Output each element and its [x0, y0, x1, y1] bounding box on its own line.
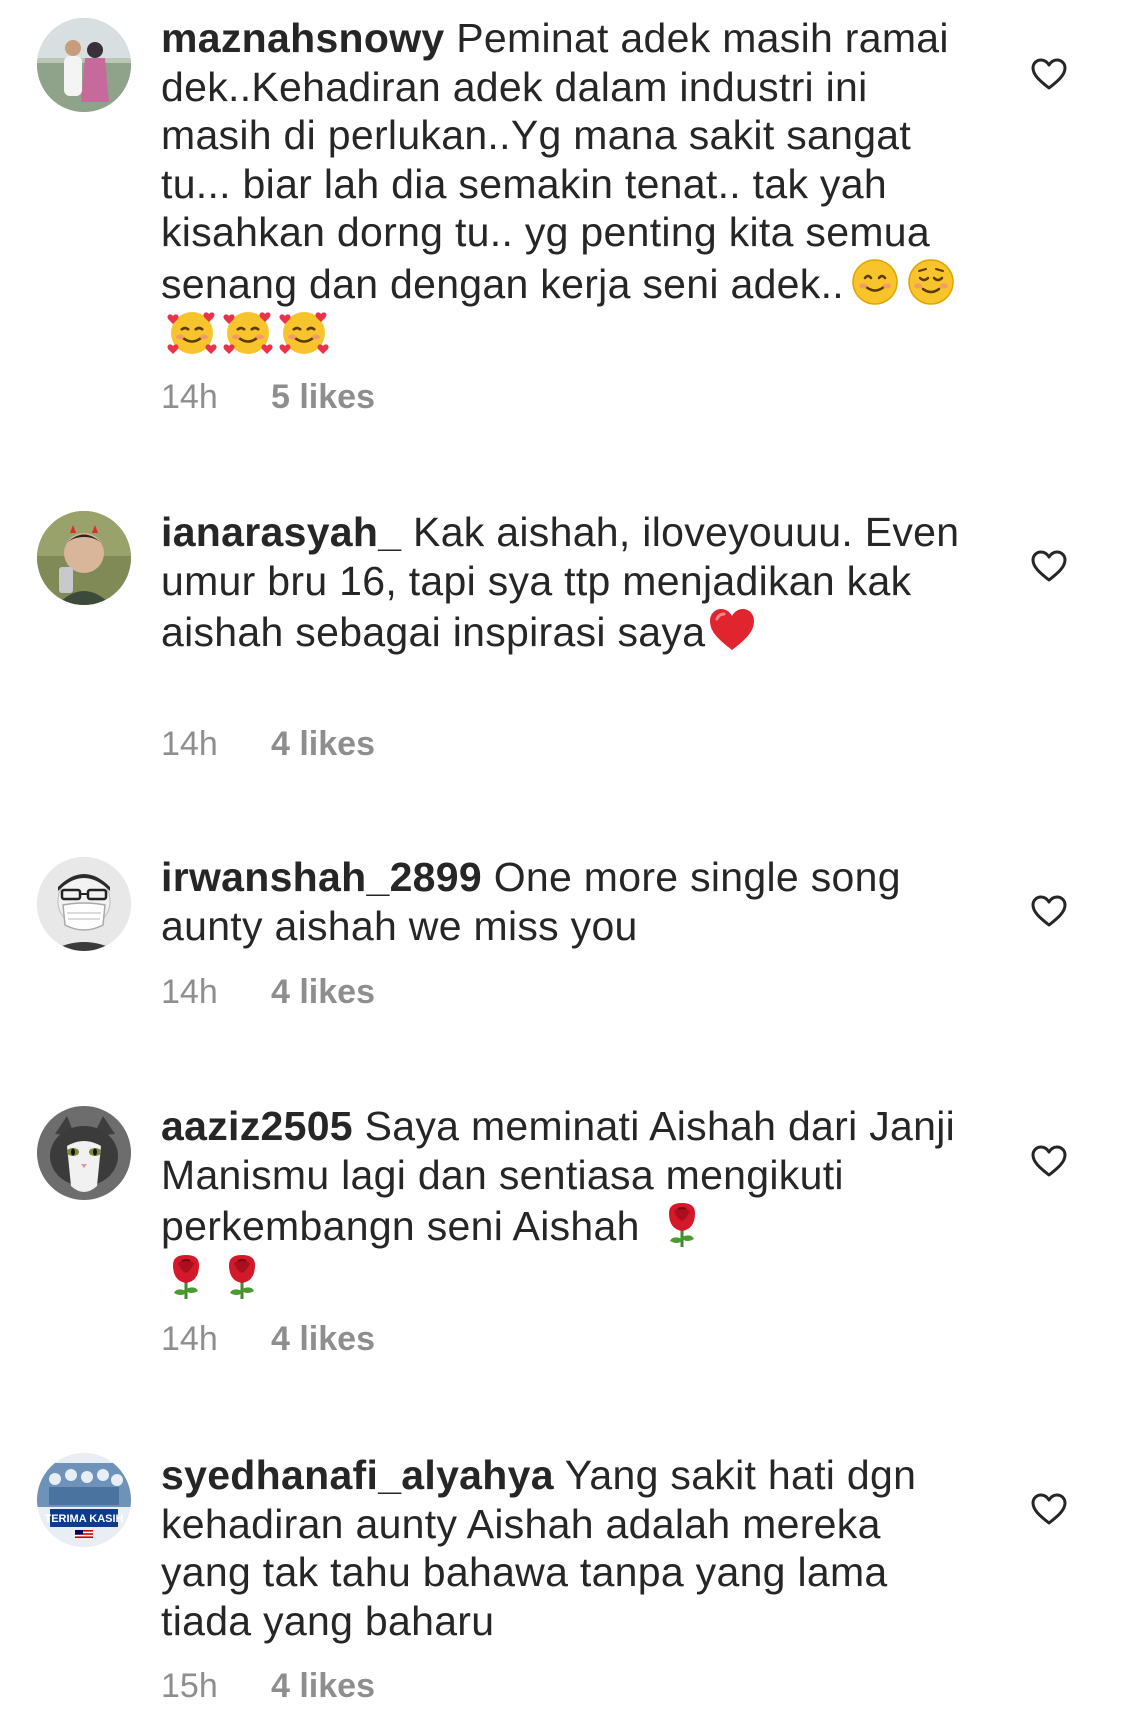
avatar[interactable]: TERIMA KASIH — [37, 1453, 131, 1547]
comment-meta: 14h 5 likes — [161, 378, 375, 417]
comment-body: maznahsnowy Peminat adek masih ramai dek… — [161, 14, 981, 360]
comment-meta: 14h 4 likes — [161, 725, 375, 764]
comment-timestamp: 14h — [161, 725, 218, 763]
rose-emoji — [217, 1251, 267, 1301]
avatar[interactable] — [37, 511, 131, 605]
comment-body: irwanshah_2899 One more single song aunt… — [161, 853, 981, 950]
terima-kasih-badge-text: TERIMA KASIH — [44, 1513, 123, 1525]
rose-emoji — [161, 1251, 211, 1301]
avatar[interactable] — [37, 857, 131, 951]
comment-username[interactable]: ianarasyah_ — [161, 509, 401, 555]
smiling-face-with-hearts-emoji — [167, 308, 217, 358]
comment-likes-count[interactable]: 4 likes — [271, 973, 375, 1011]
rose-emoji — [657, 1199, 707, 1249]
comment-timestamp: 14h — [161, 1320, 218, 1358]
comment-username[interactable]: aaziz2505 — [161, 1103, 353, 1149]
avatar[interactable] — [37, 1106, 131, 1200]
like-heart-icon[interactable] — [1030, 1492, 1068, 1526]
like-heart-icon[interactable] — [1030, 894, 1068, 928]
relaxed-face-emoji — [906, 257, 956, 307]
like-heart-icon[interactable] — [1030, 1144, 1068, 1178]
comment-username[interactable]: irwanshah_2899 — [161, 854, 482, 900]
avatar[interactable] — [37, 18, 131, 112]
comment-body: aaziz2505 Saya meminati Aishah dari Janj… — [161, 1102, 981, 1302]
comment-meta: 14h 4 likes — [161, 1320, 375, 1359]
comment-body: syedhanafi_alyahya Yang sakit hati dgn k… — [161, 1451, 981, 1645]
comment-likes-count[interactable]: 4 likes — [271, 725, 375, 763]
comment-timestamp: 15h — [161, 1667, 218, 1705]
smiling-face-with-hearts-emoji — [223, 308, 273, 358]
comment-username[interactable]: maznahsnowy — [161, 15, 445, 61]
comment-body: ianarasyah_ Kak aishah, iloveyouuu. Even… — [161, 508, 981, 657]
smiling-face-emoji — [850, 257, 900, 307]
red-heart-emoji — [707, 605, 757, 655]
smiling-face-with-hearts-emoji — [279, 308, 329, 358]
comment-timestamp: 14h — [161, 973, 218, 1011]
comment-username[interactable]: syedhanafi_alyahya — [161, 1452, 554, 1498]
comment-timestamp: 14h — [161, 378, 218, 416]
like-heart-icon[interactable] — [1030, 549, 1068, 583]
comment-likes-count[interactable]: 4 likes — [271, 1320, 375, 1358]
comment-likes-count[interactable]: 4 likes — [271, 1667, 375, 1705]
comment-likes-count[interactable]: 5 likes — [271, 378, 375, 416]
comment-meta: 14h 4 likes — [161, 973, 375, 1012]
comment-meta: 15h 4 likes — [161, 1667, 375, 1706]
like-heart-icon[interactable] — [1030, 57, 1068, 91]
